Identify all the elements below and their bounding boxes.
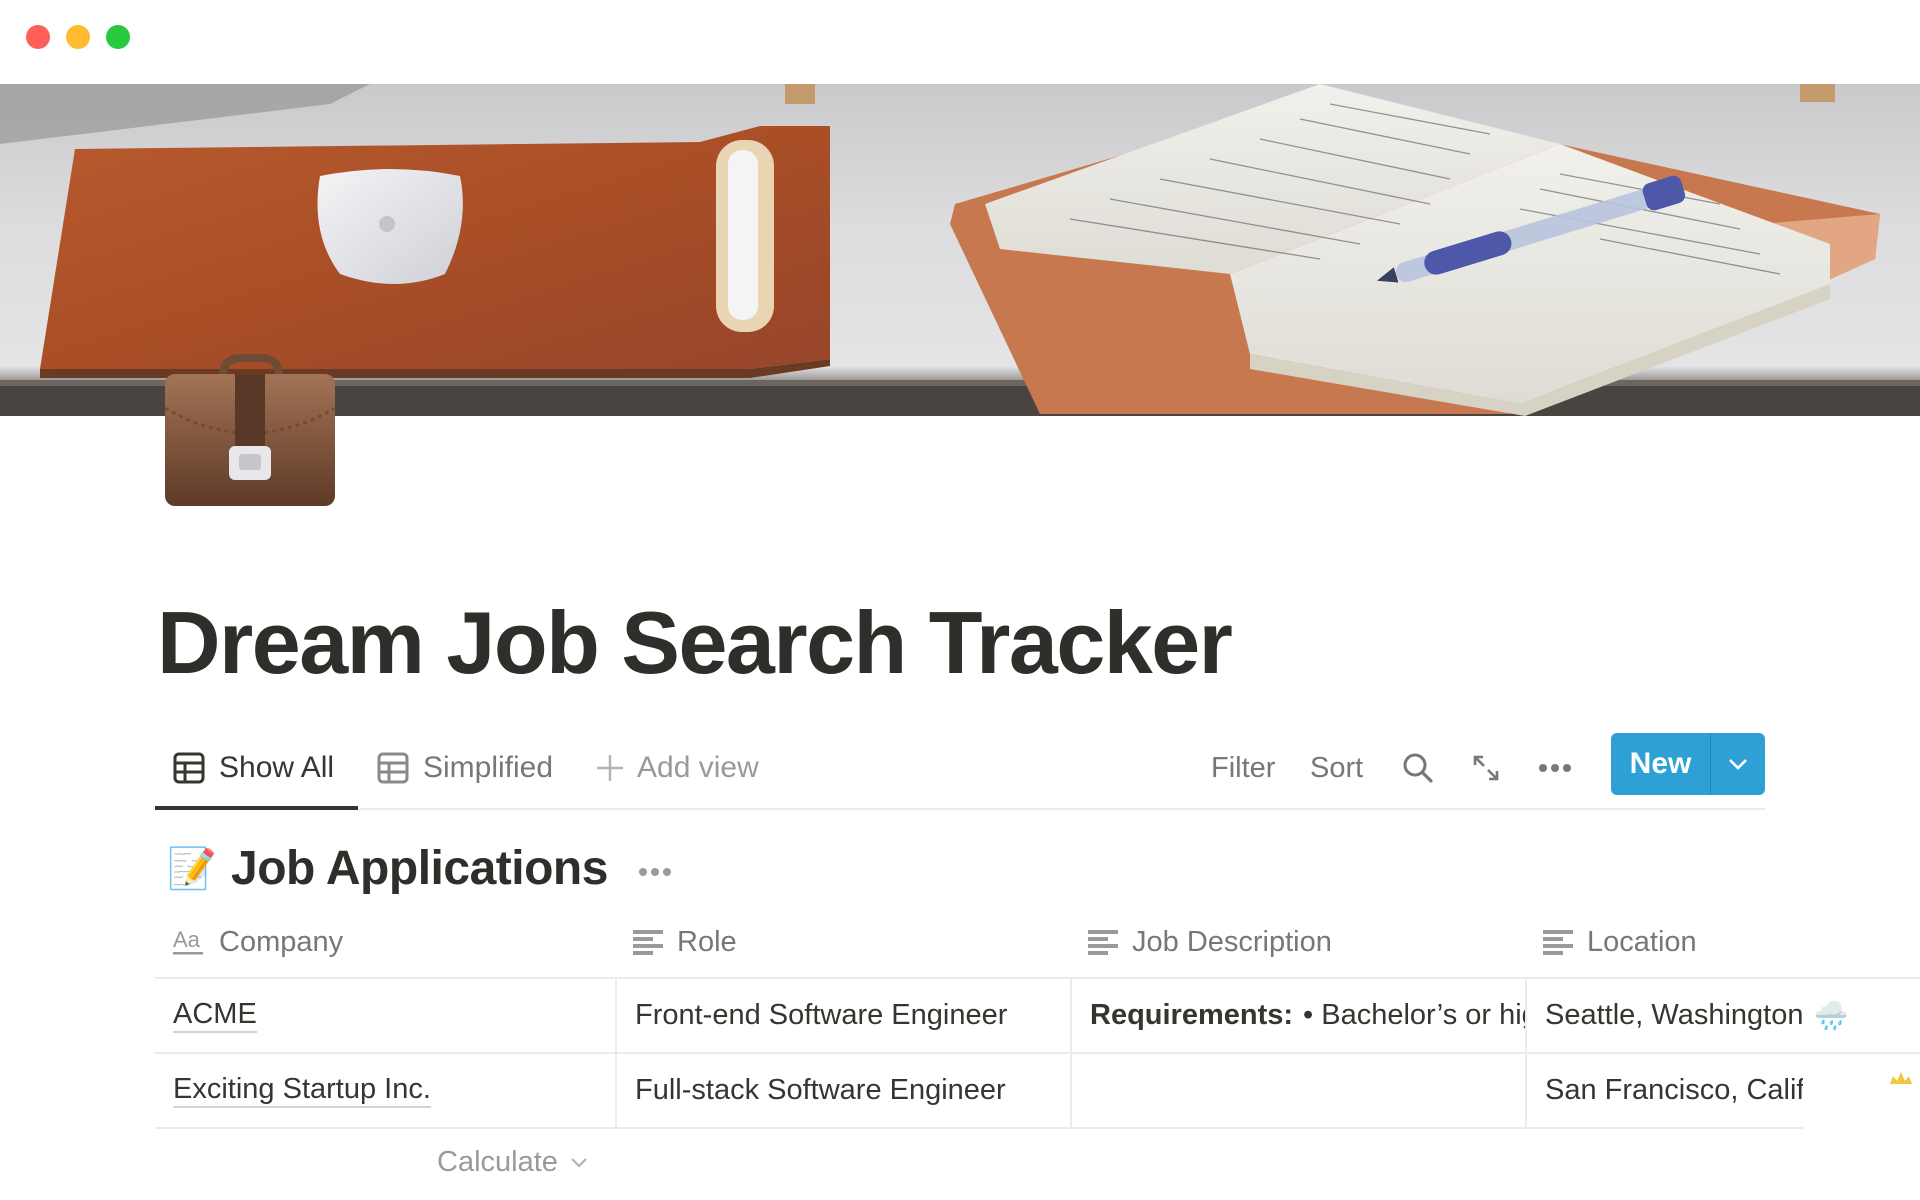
column-header-location[interactable]: Location [1525,905,1920,979]
location-value: Seattle, Washington [1545,999,1804,1031]
text-property-icon [633,930,663,955]
job-applications-table: Aa Company Role Job Description Location… [155,905,1920,1129]
plus-icon [597,755,623,781]
active-tab-underline [155,806,358,810]
memo-icon: 📝 [167,846,217,891]
filter-button[interactable]: Filter [1211,748,1275,788]
database-header: 📝 Job Applications [167,838,672,898]
chevron-down-icon [1729,759,1747,770]
sun-icon [1890,1072,1912,1084]
add-view-button[interactable]: Add view [595,748,759,788]
title-property-icon: Aa [173,927,203,955]
tab-label: Simplified [423,751,554,784]
tab-label: Show All [219,751,335,784]
column-label: Job Description [1132,925,1332,958]
table-row[interactable]: ACME Front-end Software Engineer Require… [155,979,1920,1054]
new-dropdown-button[interactable] [1711,733,1765,795]
location-cell[interactable]: Seattle, Washington 🌧️ [1525,979,1920,1052]
sort-label: Sort [1310,751,1364,784]
overlay-panel [1803,1064,1920,1200]
job-description-cell[interactable] [1070,1054,1525,1127]
more-options-button[interactable] [1538,748,1572,788]
more-icon [1539,764,1571,772]
chevron-down-icon [571,1157,587,1168]
column-header-company[interactable]: Aa Company [155,905,615,979]
role-value: Full-stack Software Engineer [635,1074,1006,1106]
new-button[interactable]: New [1611,733,1711,795]
briefcase-icon[interactable] [163,348,337,508]
svg-text:Aa: Aa [173,927,201,952]
close-window-button[interactable] [26,25,50,49]
sort-button[interactable]: Sort [1310,748,1363,788]
role-value: Front-end Software Engineer [635,999,1008,1031]
company-link[interactable]: ACME [173,998,257,1034]
calculate-button[interactable]: Calculate [437,1140,588,1184]
rain-cloud-icon: 🌧️ [1813,1000,1849,1031]
column-label: Location [1587,925,1697,958]
tab-show-all[interactable]: Show All [173,748,334,788]
column-header-job-description[interactable]: Job Description [1070,905,1525,979]
more-icon [638,868,671,876]
tab-simplified[interactable]: Simplified [377,748,553,788]
minimize-window-button[interactable] [66,25,90,49]
column-label: Company [219,925,344,958]
company-cell[interactable]: ACME [155,979,615,1052]
column-header-role[interactable]: Role [615,905,1070,979]
window-titlebar [0,0,1920,84]
role-cell[interactable]: Front-end Software Engineer [615,979,1070,1052]
company-link[interactable]: Exciting Startup Inc. [173,1073,431,1109]
database-options-button[interactable] [638,851,672,885]
table-icon [173,752,205,784]
new-button-group: New [1611,733,1765,795]
text-property-icon [1543,930,1573,955]
table-header-row: Aa Company Role Job Description Location [155,905,1920,979]
table-row[interactable]: Exciting Startup Inc. Full-stack Softwar… [155,1054,1920,1129]
calculate-label: Calculate [437,1145,558,1178]
column-label: Role [677,925,737,958]
page-title[interactable]: Dream Job Search Tracker [157,592,1233,694]
search-button[interactable] [1402,748,1434,788]
job-description-heading: Requirements: [1090,999,1294,1031]
add-view-label: Add view [637,751,759,784]
company-cell[interactable]: Exciting Startup Inc. [155,1054,615,1127]
expand-icon [1473,755,1499,781]
open-as-full-page-button[interactable] [1471,748,1501,788]
search-icon [1403,753,1433,783]
job-description-cell[interactable]: Requirements: • Bachelor’s or higher [1070,979,1525,1052]
view-tabs-bar: Show All Simplified Add view Filter Sort [155,730,1765,810]
job-description-value: • Bachelor’s or higher [1303,999,1525,1031]
role-cell[interactable]: Full-stack Software Engineer [615,1054,1070,1127]
maximize-window-button[interactable] [106,25,130,49]
text-property-icon [1088,930,1118,955]
filter-label: Filter [1211,751,1276,784]
database-title[interactable]: Job Applications [231,841,608,896]
table-icon [377,752,409,784]
